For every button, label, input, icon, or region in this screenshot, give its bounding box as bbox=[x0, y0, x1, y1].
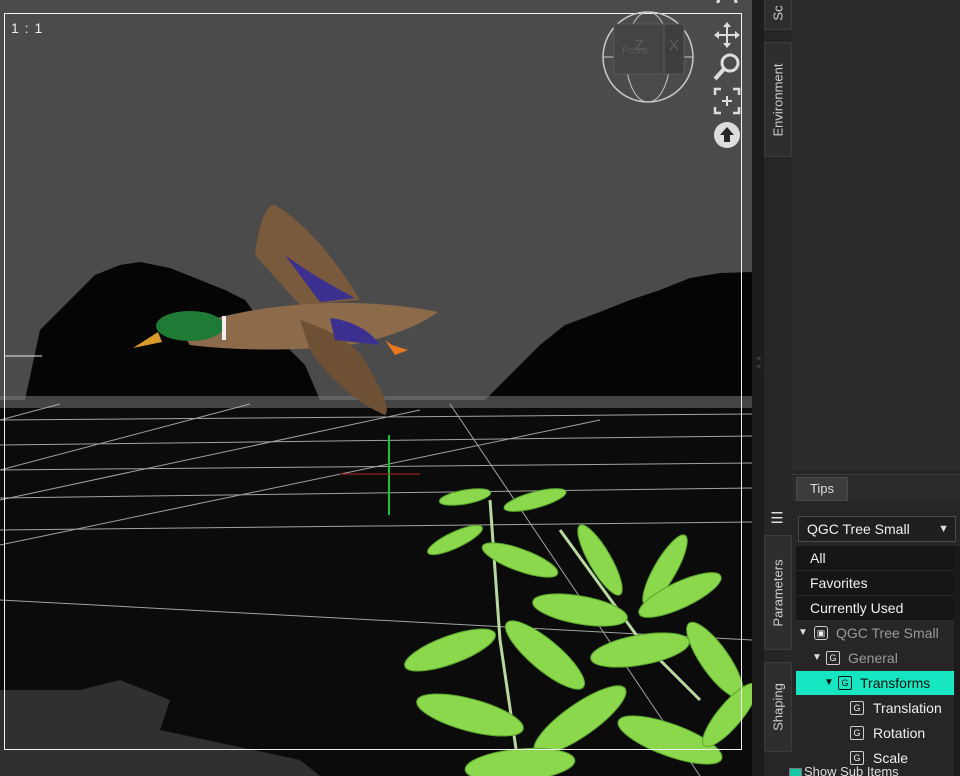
splitter-grip-icon: ◂ ◂ bbox=[755, 353, 761, 372]
group-icon: G bbox=[850, 701, 864, 715]
pan-icon[interactable] bbox=[712, 20, 742, 50]
group-icon: G bbox=[850, 751, 864, 765]
environment-panel-content bbox=[792, 0, 960, 470]
frame-icon[interactable] bbox=[712, 86, 742, 116]
tab-environment[interactable]: Environment bbox=[764, 42, 792, 157]
aspect-ratio-label: 1 : 1 bbox=[11, 20, 44, 36]
zoom-icon[interactable] bbox=[712, 52, 742, 82]
chevron-down-icon: ▼ bbox=[938, 523, 949, 535]
orbit-icon[interactable] bbox=[712, 0, 742, 18]
expand-triangle-icon[interactable]: ▼ bbox=[824, 671, 834, 695]
viewport-nav-tools bbox=[710, 0, 746, 160]
tips-bar: Tips bbox=[792, 474, 960, 501]
tree-item-transforms[interactable]: ▼ G Transforms bbox=[796, 671, 956, 696]
group-icon: G bbox=[838, 676, 852, 690]
checkbox-checked-icon[interactable] bbox=[789, 768, 802, 776]
panel-options-menu-icon[interactable]: ☰ bbox=[766, 508, 788, 530]
view-cube[interactable]: Z X Front bbox=[601, 4, 697, 109]
show-sub-items-toggle[interactable]: Show Sub Items bbox=[789, 764, 899, 776]
view-cube-face-label: Front bbox=[622, 45, 648, 57]
tree-item-translation[interactable]: G Translation bbox=[796, 696, 956, 721]
svg-text:X: X bbox=[669, 37, 679, 54]
right-pane: Sc Environment Tips ☰ Parameters Shaping… bbox=[764, 0, 960, 776]
3d-viewport[interactable]: 1 : 1 Z X Front bbox=[0, 0, 752, 776]
tab-parameters[interactable]: Parameters bbox=[764, 535, 792, 650]
tree-item-rotation[interactable]: G Rotation bbox=[796, 721, 956, 746]
property-group-list: All Favorites Currently Used ▼ ▣ QGC Tre… bbox=[796, 546, 956, 771]
group-icon: G bbox=[826, 651, 840, 665]
expand-triangle-icon[interactable]: ▼ bbox=[798, 621, 808, 645]
node-selector-dropdown[interactable]: QGC Tree Small ▼ bbox=[798, 516, 956, 542]
reset-icon[interactable] bbox=[712, 120, 742, 150]
group-icon: G bbox=[850, 726, 864, 740]
tab-tips[interactable]: Tips bbox=[796, 477, 848, 501]
expand-triangle-icon[interactable]: ▼ bbox=[812, 646, 822, 670]
tab-scene[interactable]: Sc bbox=[764, 0, 792, 30]
tree-item-general[interactable]: ▼ G General bbox=[796, 646, 956, 671]
filter-all[interactable]: All bbox=[796, 546, 956, 571]
pane-splitter[interactable]: ◂ ◂ bbox=[752, 0, 764, 776]
figure-node-icon: ▣ bbox=[814, 626, 828, 640]
list-scrollbar[interactable] bbox=[954, 546, 960, 776]
view-cube-globe-icon: Z X bbox=[602, 11, 694, 103]
tree-item-root[interactable]: ▼ ▣ QGC Tree Small bbox=[796, 621, 956, 646]
scene-render bbox=[0, 0, 752, 776]
tab-shaping[interactable]: Shaping bbox=[764, 662, 792, 752]
node-selector-value: QGC Tree Small bbox=[807, 521, 910, 537]
filter-favorites[interactable]: Favorites bbox=[796, 571, 956, 596]
filter-currently-used[interactable]: Currently Used bbox=[796, 596, 956, 621]
